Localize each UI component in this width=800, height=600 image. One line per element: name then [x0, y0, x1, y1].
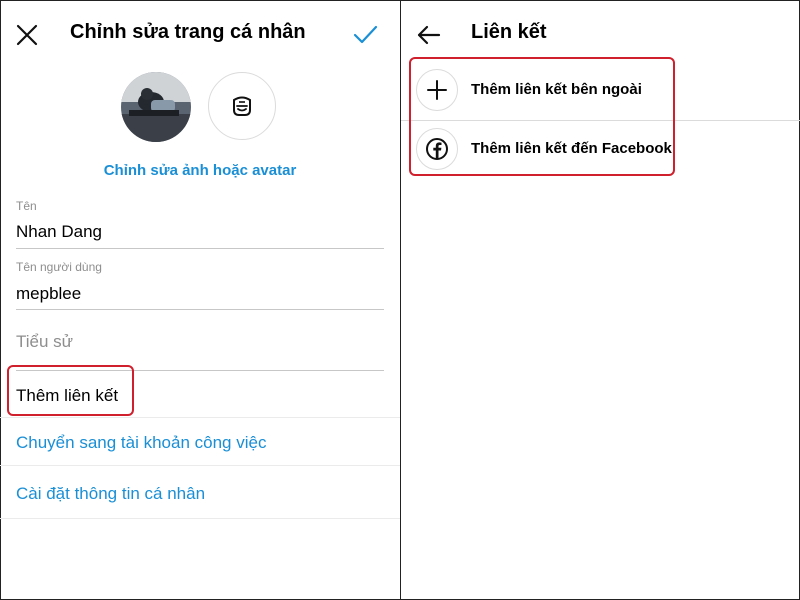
highlight-box [409, 57, 675, 176]
divider [0, 465, 400, 466]
avatar[interactable] [121, 72, 191, 142]
edit-profile-panel: Chỉnh sửa trang cá nhân Chỉnh sửa ảnh ho… [0, 0, 400, 600]
name-field[interactable]: Nhan Dang [16, 222, 102, 242]
name-label: Tên [16, 199, 37, 213]
highlight-box [7, 365, 134, 416]
switch-professional-link[interactable]: Chuyển sang tài khoản công việc [16, 433, 266, 453]
divider [0, 518, 400, 519]
close-icon[interactable] [14, 22, 40, 48]
username-field[interactable]: mepblee [16, 284, 81, 304]
username-underline [16, 309, 384, 310]
edit-photo-link[interactable]: Chỉnh sửa ảnh hoặc avatar [0, 162, 400, 179]
sticker-face-icon [233, 96, 251, 116]
links-panel: Liên kết Thêm liên kết bên ngoài Thêm li… [401, 0, 800, 600]
divider [0, 417, 400, 418]
name-underline [16, 248, 384, 249]
back-arrow-icon[interactable] [415, 22, 443, 48]
username-label: Tên người dùng [16, 260, 102, 274]
page-title: Chỉnh sửa trang cá nhân [70, 21, 306, 43]
page-title: Liên kết [471, 21, 547, 43]
bio-field[interactable]: Tiểu sử [16, 332, 73, 352]
avatar-sticker[interactable] [208, 72, 276, 140]
personal-info-link[interactable]: Cài đặt thông tin cá nhân [16, 484, 205, 504]
checkmark-icon[interactable] [352, 22, 378, 48]
